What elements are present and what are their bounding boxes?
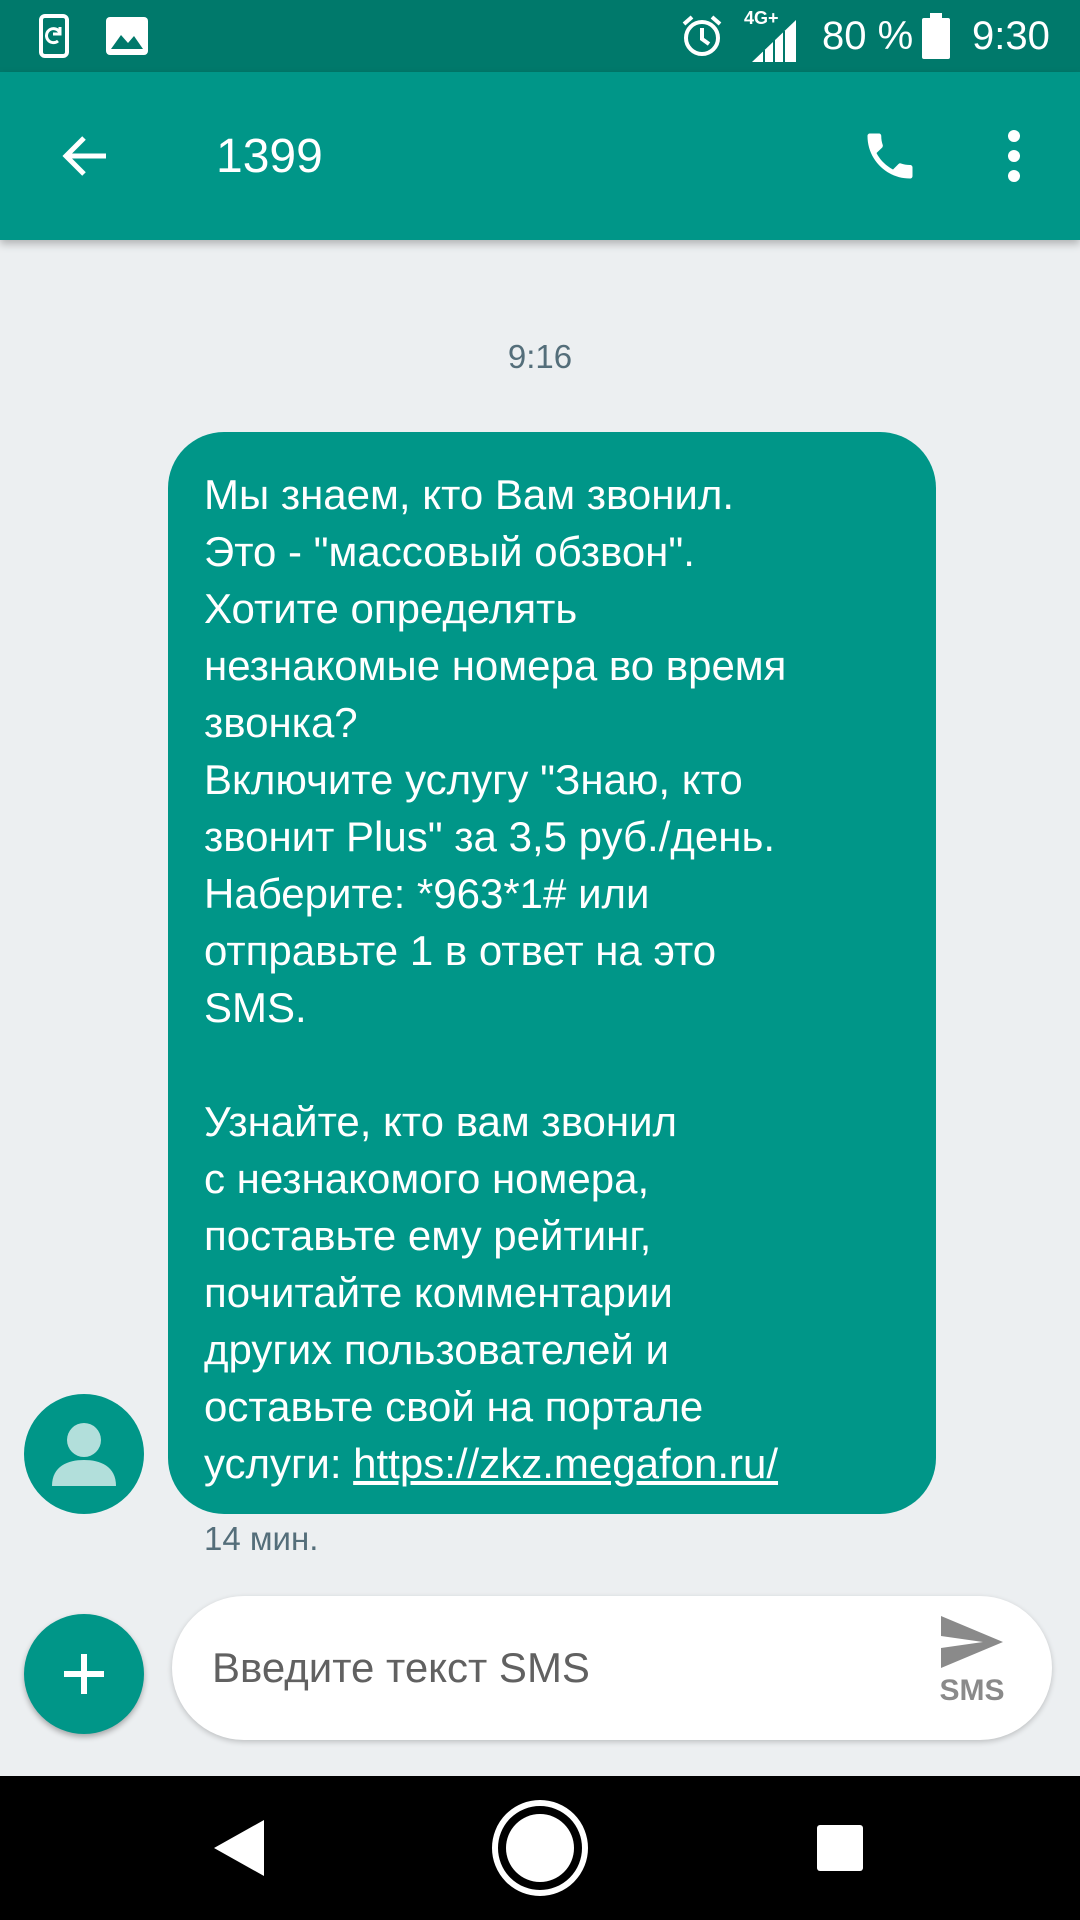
message-line: звонит Plus" за 3,5 руб./день.: [204, 813, 775, 860]
nav-recents-button[interactable]: [760, 1776, 920, 1920]
triangle-back-icon: [214, 1820, 264, 1876]
message-line: незнакомые номера во время: [204, 642, 787, 689]
message-line: Узнайте, кто вам звонил: [204, 1098, 678, 1145]
clock: 9:30: [972, 13, 1050, 58]
status-bar: 4G+ 80 % 9:30: [0, 0, 1080, 72]
message-link[interactable]: https://zkz.megafon.ru/: [353, 1440, 778, 1487]
phone-icon: [867, 133, 913, 179]
square-recents-icon: [817, 1825, 863, 1871]
send-button[interactable]: SMS: [912, 1614, 1032, 1726]
image-icon: [106, 0, 148, 72]
message-line: Наберите: *963*1# или: [204, 870, 650, 917]
message-line: поставьте ему рейтинг,: [204, 1212, 652, 1259]
message-line-last: услуги: https://zkz.megafon.ru/: [204, 1435, 900, 1492]
arrow-back-icon: [62, 136, 106, 176]
message-line: Это - "массовый обзвон".: [204, 528, 695, 575]
more-options-button[interactable]: [984, 116, 1044, 196]
battery-icon: [922, 0, 950, 72]
message-line: Мы знаем, кто Вам звонил.: [204, 471, 735, 518]
message-text: услуги:: [204, 1440, 354, 1487]
contact-avatar[interactable]: [24, 1394, 144, 1514]
message-line: оставьте свой на портале: [204, 1383, 704, 1430]
attach-button[interactable]: [24, 1614, 144, 1734]
signal-icon: 4G+: [744, 0, 800, 72]
message-bubble[interactable]: Мы знаем, кто Вам звонил. Это - "массовы…: [168, 432, 936, 1514]
date-stamp: 9:16: [507, 338, 573, 375]
message-line: SMS.: [204, 984, 307, 1031]
call-button[interactable]: [846, 112, 934, 200]
message-line: почитайте комментарии: [204, 1269, 673, 1316]
person-icon: [52, 1423, 116, 1486]
send-label: SMS: [939, 1674, 1005, 1707]
conversation-title: 1399: [216, 129, 323, 183]
message-line: отправьте 1 в ответ на это: [204, 927, 717, 974]
app-bar: 1399: [0, 72, 1080, 240]
compose-box: SMS: [172, 1596, 1052, 1740]
nav-home-button[interactable]: [460, 1776, 620, 1920]
message-line: с незнакомого номера,: [204, 1155, 650, 1202]
alarm-icon: [678, 0, 726, 72]
message-line: [204, 1036, 900, 1093]
message-input[interactable]: [212, 1596, 872, 1740]
message-line: Хотите определять: [204, 585, 578, 632]
screen-rotation-icon: [38, 0, 70, 72]
message-line: других пользователей и: [204, 1326, 670, 1373]
message-line: Включите услугу "Знаю, кто: [204, 756, 743, 803]
message-time: 14 мин.: [204, 1520, 319, 1557]
send-icon: [941, 1616, 1003, 1668]
plus-icon: [64, 1654, 104, 1694]
back-button[interactable]: [44, 116, 124, 196]
nav-back-button[interactable]: [160, 1776, 320, 1920]
navigation-bar: [0, 1776, 1080, 1920]
message-line: звонка?: [204, 699, 358, 746]
home-circle-icon: [492, 1800, 588, 1896]
more-vert-icon: [1008, 130, 1020, 182]
battery-percent: 80 %: [822, 13, 914, 58]
